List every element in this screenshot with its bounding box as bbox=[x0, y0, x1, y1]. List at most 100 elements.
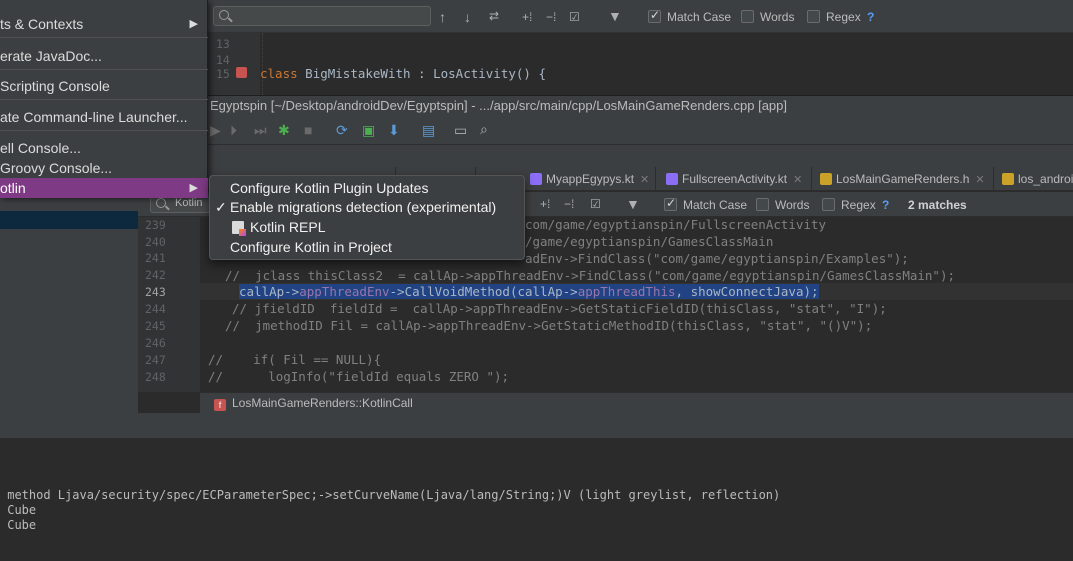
line-number: 13 bbox=[216, 37, 230, 51]
breadcrumb[interactable]: f LosMainGameRenders::KotlinCall bbox=[200, 392, 1073, 413]
submenu-item-enable-migrations[interactable]: ✓ Enable migrations detection (experimen… bbox=[210, 197, 524, 217]
code-text: // jclass thisClass2 = callAp->appThread… bbox=[225, 268, 654, 283]
line-number: 240 bbox=[145, 235, 166, 249]
terminal-icon[interactable]: ▭ bbox=[454, 123, 467, 137]
line-number: 248 bbox=[145, 370, 166, 384]
code-string: "com/game/egyptianspin/GamesClassMain" bbox=[653, 268, 940, 283]
sync-icon[interactable]: ⟳ bbox=[336, 123, 348, 137]
menu-item-label: erate JavaDoc... bbox=[0, 48, 102, 64]
select-all-icon[interactable]: ☑ bbox=[569, 10, 580, 24]
tab-label: los_androi bbox=[1018, 172, 1073, 186]
menu-item-shell-console[interactable]: ell Console... bbox=[0, 138, 208, 158]
top-search-input[interactable] bbox=[213, 6, 431, 26]
project-selected-row[interactable] bbox=[0, 211, 138, 229]
code-text: ); bbox=[871, 301, 887, 316]
submenu-item-configure-kotlin[interactable]: Configure Kotlin in Project bbox=[210, 237, 524, 257]
remove-occurrence-icon[interactable]: −⁞ bbox=[564, 197, 574, 211]
kotlin-repl-icon bbox=[232, 221, 246, 236]
menu-item-label: Scripting Console bbox=[0, 78, 110, 94]
refresh-icon[interactable]: ⇄ bbox=[489, 9, 499, 23]
kotlin-submenu: Configure Kotlin Plugin Updates ✓ Enable… bbox=[209, 175, 525, 260]
sdk-manager-icon[interactable]: ⬇ bbox=[388, 123, 400, 137]
add-occurrence-icon[interactable]: +⁞ bbox=[540, 197, 550, 211]
remove-occurrence-icon[interactable]: −⁞ bbox=[546, 10, 556, 24]
checkmark-icon: ✓ bbox=[215, 199, 227, 215]
code-text: // logInfo( bbox=[208, 369, 329, 384]
menu-item-generate-javadoc[interactable]: erate JavaDoc... bbox=[0, 46, 208, 66]
menu-item-label: ell Console... bbox=[0, 140, 81, 156]
back-editor bbox=[208, 33, 1073, 95]
regex-checkbox[interactable] bbox=[822, 198, 835, 211]
match-case-checkbox[interactable] bbox=[664, 196, 677, 211]
tab-los-android[interactable]: los_androi bbox=[998, 167, 1073, 191]
close-icon[interactable]: ✕ bbox=[640, 174, 649, 186]
code-line-248: // logInfo("fieldId equals ZERO "); bbox=[208, 369, 509, 384]
run-icon[interactable]: ▶ bbox=[210, 123, 221, 137]
header-file-icon bbox=[1002, 173, 1014, 185]
code-line-245: // jmethodID Fil = callAp->appThreadEnv-… bbox=[225, 318, 872, 333]
code-text: ); bbox=[494, 369, 510, 384]
breadcrumb-text: LosMainGameRenders::KotlinCall bbox=[232, 396, 413, 410]
submenu-item-configure-plugin-updates[interactable]: Configure Kotlin Plugin Updates bbox=[210, 178, 524, 198]
arrow-down-icon[interactable]: ↓ bbox=[464, 10, 471, 24]
console-output[interactable]: method Ljava/security/spec/ECParameterSp… bbox=[0, 439, 1073, 561]
words-label: Words bbox=[775, 198, 810, 212]
match-case-label: Match Case bbox=[667, 10, 732, 24]
regex-checkbox[interactable] bbox=[807, 10, 820, 23]
arrow-up-icon[interactable]: ↑ bbox=[439, 10, 446, 24]
code-field: appThreadEnv bbox=[299, 284, 390, 299]
menu-item-label: otlin bbox=[0, 180, 26, 196]
code-text: adEnv->FindClass( bbox=[525, 251, 653, 266]
project-panel bbox=[0, 197, 138, 413]
console-line: Cube bbox=[0, 503, 37, 517]
back-code-line: class BigMistakeWith : LosActivity() { bbox=[260, 66, 546, 81]
menu-item-templates-contexts[interactable]: ts & Contexts ▶ bbox=[0, 14, 208, 34]
add-occurrence-icon[interactable]: +⁞ bbox=[522, 10, 532, 24]
code-line-243-selected: callAp->appThreadEnv->CallVoidMethod(cal… bbox=[239, 284, 819, 299]
code-line-241: adEnv->FindClass("com/game/egyptianspin/… bbox=[525, 251, 909, 266]
avd-manager-icon[interactable]: ▣ bbox=[362, 123, 375, 137]
close-icon[interactable]: ✕ bbox=[975, 174, 984, 186]
search-everywhere-icon[interactable]: ⌕ bbox=[480, 122, 488, 136]
menu-separator bbox=[0, 37, 208, 38]
window-title-bar: Egyptspin [~/Desktop/androidDev/Egyptspi… bbox=[208, 95, 1073, 115]
tab-losmaingamerenders-h[interactable]: LosMainGameRenders.h ✕ bbox=[816, 167, 994, 191]
project-structure-icon[interactable]: ▤ bbox=[422, 123, 435, 137]
menu-item-kotlin[interactable]: otlin ▶ bbox=[0, 178, 208, 198]
filter-icon[interactable]: ▼ bbox=[626, 197, 640, 211]
code-line-247: // if( Fil == NULL){ bbox=[208, 352, 382, 367]
close-icon[interactable]: ✕ bbox=[793, 174, 802, 186]
line-number: 239 bbox=[145, 218, 166, 232]
search-icon bbox=[156, 198, 166, 208]
step-icon[interactable]: ⏭ bbox=[254, 123, 267, 137]
menu-item-command-line-launcher[interactable]: ate Command-line Launcher... bbox=[0, 107, 208, 127]
line-number: 15 bbox=[216, 67, 230, 81]
submenu-item-kotlin-repl[interactable]: Kotlin REPL bbox=[210, 217, 524, 237]
submenu-item-label: Configure Kotlin in Project bbox=[230, 239, 392, 255]
menu-item-scripting-console[interactable]: Scripting Console bbox=[0, 76, 208, 96]
menu-separator bbox=[0, 130, 208, 131]
filter-icon[interactable]: ▼ bbox=[608, 9, 622, 23]
menu-item-label: Groovy Console... bbox=[0, 160, 113, 176]
menu-item-label: ate Command-line Launcher... bbox=[0, 109, 188, 125]
match-case-checkbox[interactable] bbox=[648, 8, 661, 23]
stop-icon[interactable]: ■ bbox=[304, 123, 312, 137]
debug-icon[interactable]: ✱ bbox=[278, 123, 290, 137]
select-all-icon[interactable]: ☑ bbox=[590, 197, 601, 211]
debug-run-icon[interactable]: ⏵ bbox=[230, 123, 237, 137]
class-icon bbox=[236, 67, 247, 78]
code-text: callAp-> bbox=[239, 284, 300, 299]
regex-label: Regex bbox=[826, 10, 861, 24]
words-checkbox[interactable] bbox=[741, 10, 754, 23]
kotlin-file-icon bbox=[666, 173, 678, 185]
code-text: ); bbox=[857, 318, 873, 333]
words-checkbox[interactable] bbox=[756, 198, 769, 211]
submenu-item-label: Kotlin REPL bbox=[250, 219, 326, 235]
menu-item-groovy-console[interactable]: Groovy Console... bbox=[0, 158, 208, 178]
regex-help-icon[interactable]: ? bbox=[882, 198, 889, 212]
line-number: 241 bbox=[145, 251, 166, 265]
tab-myappegypys[interactable]: MyappEgypys.kt ✕ bbox=[526, 167, 656, 191]
tab-fullscreenactivity[interactable]: FullscreenActivity.kt ✕ bbox=[662, 167, 812, 191]
regex-help-icon[interactable]: ? bbox=[867, 10, 874, 24]
tools-menu: ts & Contexts ▶ erate JavaDoc... Scriptin… bbox=[0, 0, 208, 198]
